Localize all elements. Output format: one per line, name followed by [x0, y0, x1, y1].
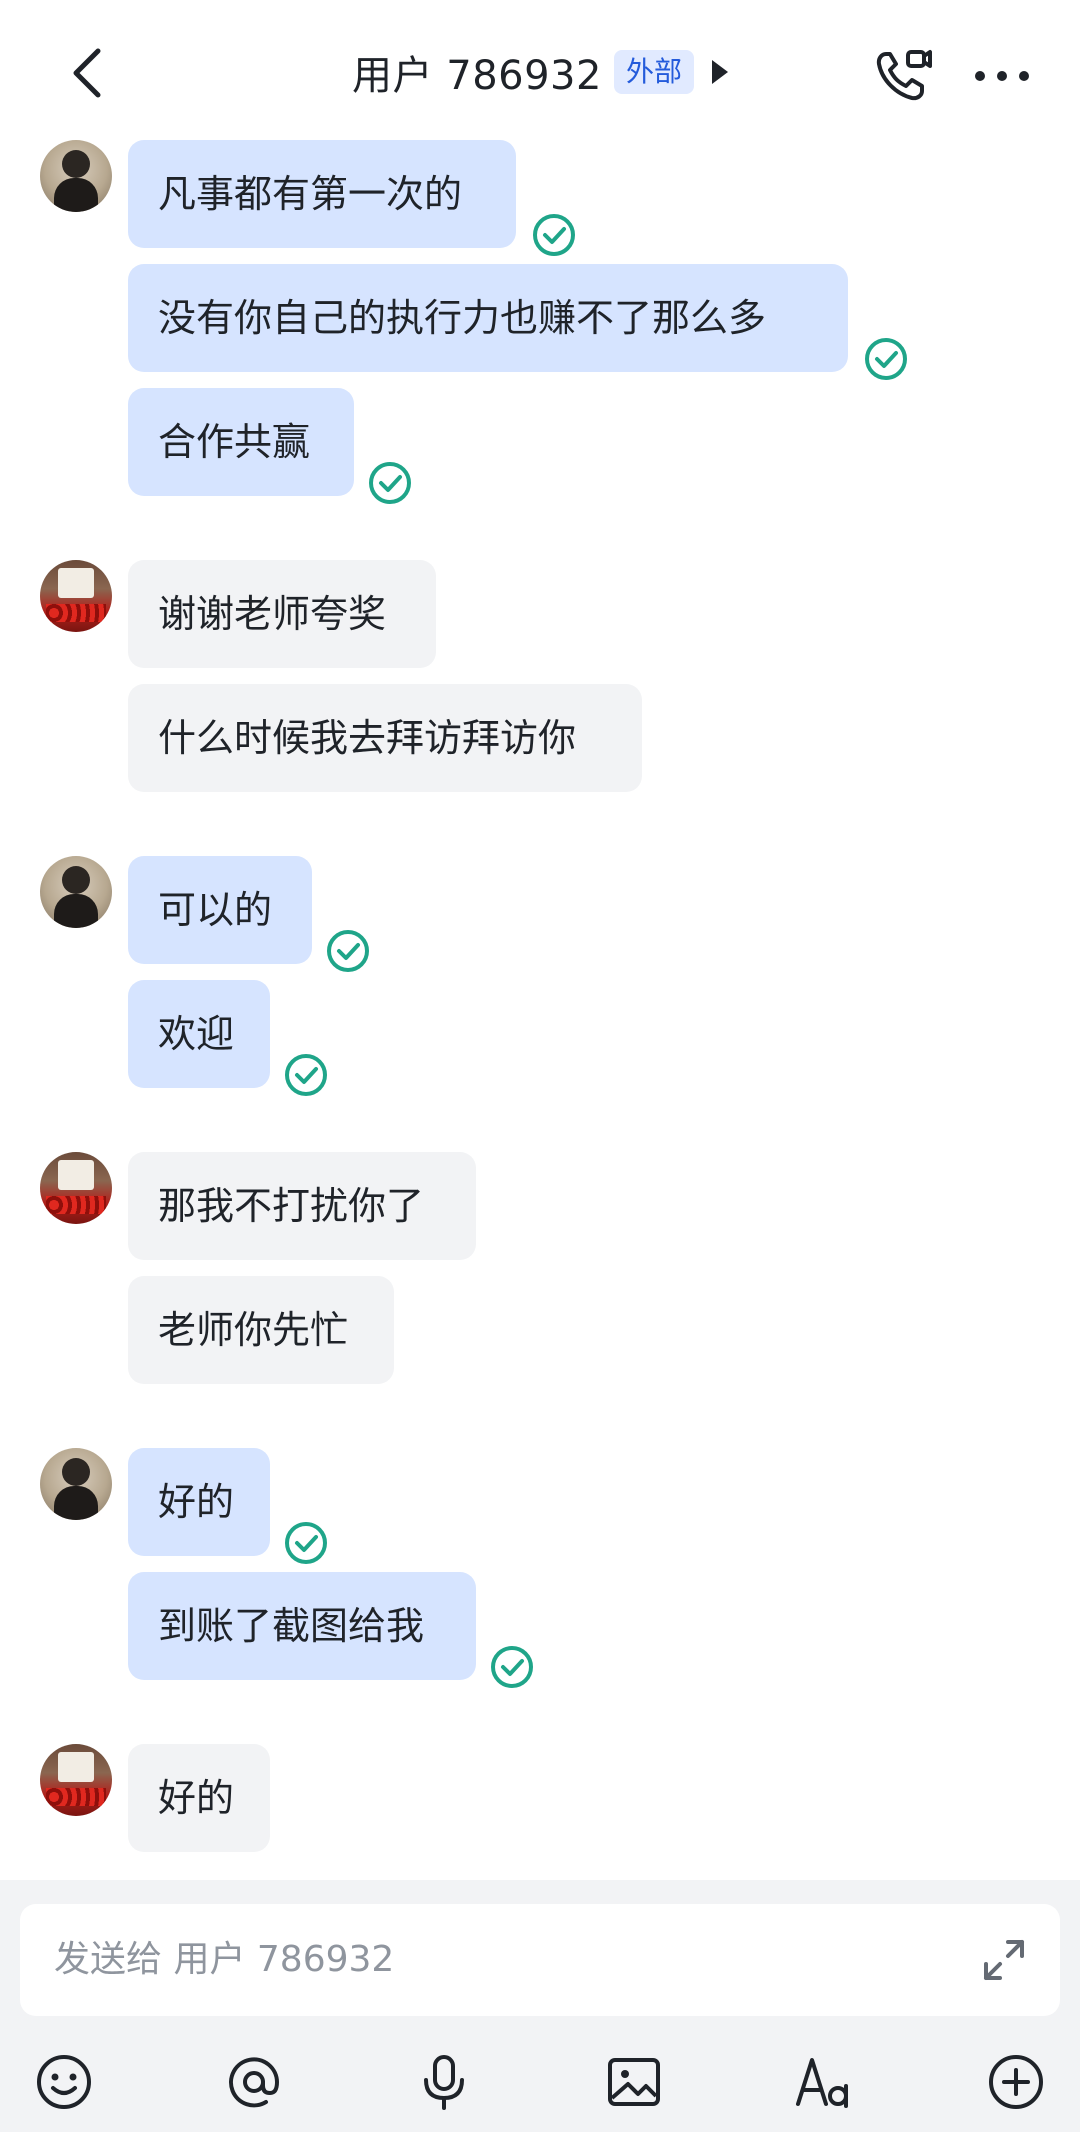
more-button[interactable]: [972, 58, 1032, 94]
text-format-icon[interactable]: [794, 2052, 854, 2112]
message-bubble[interactable]: 老师你先忙: [128, 1276, 394, 1384]
avatar[interactable]: [40, 1448, 112, 1520]
message-bubble[interactable]: 没有你自己的执行力也赚不了那么多: [128, 264, 848, 372]
message-bubble[interactable]: 好的: [128, 1448, 270, 1556]
message-bubble[interactable]: 欢迎: [128, 980, 270, 1088]
message-bubble[interactable]: 凡事都有第一次的: [128, 140, 516, 248]
message-bubble[interactable]: 什么时候我去拜访拜访你: [128, 684, 642, 792]
external-tag: 外部: [613, 50, 694, 94]
message-bubble[interactable]: 可以的: [128, 856, 312, 964]
message-bubble[interactable]: 谢谢老师夸奖: [128, 560, 436, 668]
avatar[interactable]: [40, 1744, 112, 1816]
composer-toolbar: [0, 2040, 1080, 2120]
chat-title: 用户 786932: [352, 53, 602, 99]
check-circle-icon: [285, 1054, 327, 1096]
check-circle-icon: [369, 462, 411, 504]
avatar[interactable]: [40, 1152, 112, 1224]
message-bubble[interactable]: 那我不打扰你了: [128, 1152, 476, 1260]
check-circle-icon: [533, 214, 575, 256]
check-circle-icon: [865, 338, 907, 380]
chat-header: 用户 786932 外部: [0, 0, 1080, 140]
message-bubble[interactable]: 到账了截图给我: [128, 1572, 476, 1680]
expand-icon[interactable]: [982, 1938, 1026, 1982]
avatar[interactable]: [40, 140, 112, 212]
image-icon[interactable]: [604, 2052, 664, 2112]
avatar[interactable]: [40, 856, 112, 928]
plus-circle-icon[interactable]: [986, 2052, 1046, 2112]
call-button[interactable]: [872, 46, 932, 106]
expand-arrow-icon: [711, 60, 728, 84]
check-circle-icon: [285, 1522, 327, 1564]
message-list[interactable]: 凡事都有第一次的 没有你自己的执行力也赚不了那么多 合作共赢 谢谢老师夸奖 什么…: [0, 130, 1080, 1880]
message-bubble[interactable]: 合作共赢: [128, 388, 354, 496]
avatar[interactable]: [40, 560, 112, 632]
composer-area: 发送给 用户 786932: [0, 1880, 1080, 2132]
microphone-icon[interactable]: [414, 2052, 474, 2112]
phone-video-icon: [876, 50, 932, 101]
message-input-placeholder: 发送给 用户 786932: [54, 1939, 395, 1980]
at-icon[interactable]: [224, 2052, 284, 2112]
emoji-icon[interactable]: [34, 2052, 94, 2112]
message-input[interactable]: 发送给 用户 786932: [20, 1904, 1060, 2016]
check-circle-icon: [327, 930, 369, 972]
check-circle-icon: [491, 1646, 533, 1688]
message-bubble[interactable]: 好的: [128, 1744, 270, 1852]
more-horizontal-icon: [975, 71, 1029, 81]
